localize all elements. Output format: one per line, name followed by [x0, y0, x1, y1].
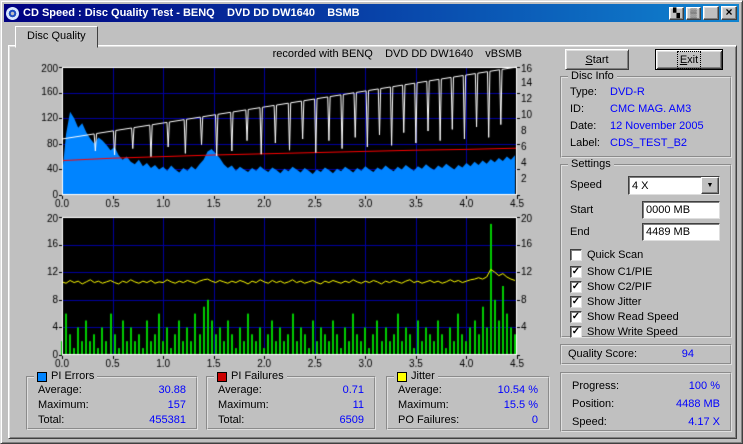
jitter-title: Jitter [411, 370, 435, 382]
checkbox-show-write-speed[interactable]: ✓ Show Write Speed [570, 325, 678, 339]
stat-label: Average: [38, 384, 82, 396]
pi-errors-stats: PI Errors Average: 30.88 Maximum: 157 Tota… [26, 370, 198, 430]
app-icon [6, 6, 19, 20]
quality-score-value: 94 [681, 348, 694, 360]
stat-value: 15.5 % [503, 399, 538, 411]
show-read-speed-box: ✓ [570, 311, 582, 323]
show-jitter-label: Show Jitter [587, 296, 642, 308]
start-position-field[interactable] [642, 201, 720, 219]
pi-failures-stats: PI Failures Average: 0.71 Maximum: 11 Tota… [206, 370, 376, 430]
disc-label-label: Label: [570, 137, 600, 149]
tab-page: recorded with BENQ DVD DD DW1640 vBSMB S… [8, 45, 737, 439]
show-jitter-box: ✓ [570, 296, 582, 308]
close-icon: × [725, 5, 733, 19]
stat-value: 11 [352, 399, 364, 411]
show-c2-pif-box: ✓ [570, 281, 582, 293]
exit-button[interactable]: Exit [655, 49, 723, 70]
stat-label: Maximum: [398, 399, 449, 411]
speed-row-label: Speed: [572, 416, 607, 428]
settings-group: Settings Speed 4 X ▼ Start End Quick Sca… [560, 158, 732, 339]
quick-scan-box [570, 249, 582, 261]
disc-type-label: Type: [570, 86, 597, 98]
disc-info-title: Disc Info [568, 70, 617, 83]
jitter-swatch [397, 371, 407, 382]
end-label: End [570, 226, 590, 238]
checkbox-show-c1-pie[interactable]: ✓ Show C1/PIE [570, 265, 652, 279]
speed-select[interactable]: 4 X ▼ [628, 176, 720, 195]
titlebar-extra-button-1[interactable]: ▚ [669, 6, 684, 20]
stat-label: Maximum: [218, 399, 269, 411]
chart-header: recorded with BENQ DVD DD DW1640 vBSMB [272, 48, 522, 60]
minimize-button[interactable] [703, 6, 719, 20]
stat-label: Total: [38, 414, 65, 426]
disc-id-label: ID: [570, 103, 585, 115]
position-label: Position: [572, 398, 615, 410]
checkbox-show-c2-pif[interactable]: ✓ Show C2/PIF [570, 280, 652, 294]
start-button[interactable]: Start [565, 49, 629, 70]
stat-value: 30.88 [158, 384, 186, 396]
disc-id-value: CMC MAG. AM3 [610, 103, 692, 115]
settings-title: Settings [568, 158, 614, 171]
jitter-stats: Jitter Average: 10.54 % Maximum: 15.5 % PO… [386, 370, 550, 430]
stat-label: PO Failures: [398, 414, 460, 426]
stat-label: Total: [218, 414, 245, 426]
stat-label: Maximum: [38, 399, 89, 411]
checkbox-quick-scan[interactable]: Quick Scan [570, 248, 643, 262]
show-c1-pie-label: Show C1/PIE [587, 266, 653, 278]
checkbox-show-jitter[interactable]: ✓ Show Jitter [570, 295, 641, 309]
show-c1-pie-box: ✓ [570, 266, 582, 278]
show-read-speed-mark: ✓ [571, 310, 581, 322]
progress-panel: Progress: 100 % Position: 4488 MB Speed: 4.… [560, 372, 732, 432]
show-c2-pif-label: Show C2/PIF [587, 281, 652, 293]
progress-label: Progress: [572, 380, 620, 392]
stat-label: Average: [398, 384, 442, 396]
checkbox-show-read-speed[interactable]: ✓ Show Read Speed [570, 310, 679, 324]
disc-label-value: CDS_TEST_B2 [610, 137, 688, 149]
stat-label: Average: [218, 384, 262, 396]
stat-value: 10.54 % [497, 384, 538, 396]
stat-value: 0.71 [342, 384, 364, 396]
pi-errors-swatch [37, 371, 47, 382]
disc-info-group: Disc Info Type: DVD-R ID: CMC MAG. AM3 Dat… [560, 70, 732, 158]
show-c1-pie-mark: ✓ [571, 265, 581, 277]
disc-date-label: Date: [570, 120, 597, 132]
tab-label: Disc Quality [27, 30, 86, 42]
tab-disc-quality[interactable]: Disc Quality [15, 26, 98, 48]
pi-failures-jitter-chart [24, 213, 536, 371]
disc-date-value: 12 November 2005 [610, 120, 704, 132]
show-c2-pif-mark: ✓ [571, 280, 581, 292]
pi-failures-swatch [217, 371, 227, 382]
speed-label: Speed [570, 179, 602, 191]
pi-errors-chart [24, 63, 536, 211]
position-value: 4488 MB [675, 398, 720, 410]
titlebar-extra-icon-2: ▒ [690, 8, 697, 18]
titlebar-extra-icon-1: ▚ [673, 7, 680, 18]
quality-score-panel: Quality Score: 94 [560, 344, 732, 365]
show-write-speed-label: Show Write Speed [587, 326, 678, 338]
speed-row-value: 4.17 X [688, 416, 720, 428]
close-button[interactable]: × [721, 6, 737, 20]
window-title: CD Speed : Disc Quality Test - BENQ DVD … [23, 7, 360, 19]
titlebar-extra-button-2[interactable]: ▒ [686, 6, 701, 20]
stat-value: 455381 [149, 414, 186, 426]
chevron-down-icon[interactable]: ▼ [701, 177, 719, 194]
stat-value: 0 [531, 414, 538, 426]
titlebar[interactable]: CD Speed : Disc Quality Test - BENQ DVD … [4, 4, 739, 22]
progress-value: 100 % [688, 380, 720, 392]
quality-score-label: Quality Score: [568, 348, 638, 360]
speed-value: 4 X [632, 179, 649, 192]
start-label: Start [570, 204, 594, 216]
show-write-speed-box: ✓ [570, 326, 582, 338]
show-write-speed-mark: ✓ [571, 325, 581, 337]
disc-type-value: DVD-R [610, 86, 645, 98]
pi-errors-title: PI Errors [51, 370, 95, 382]
quick-scan-label: Quick Scan [587, 249, 644, 261]
app-window: CD Speed : Disc Quality Test - BENQ DVD … [0, 0, 743, 444]
show-read-speed-label: Show Read Speed [587, 311, 679, 323]
show-jitter-mark: ✓ [571, 295, 581, 307]
pi-failures-title: PI Failures [231, 370, 284, 382]
stat-value: 6509 [339, 414, 364, 426]
stat-value: 157 [167, 399, 186, 411]
end-position-field[interactable] [642, 223, 720, 241]
